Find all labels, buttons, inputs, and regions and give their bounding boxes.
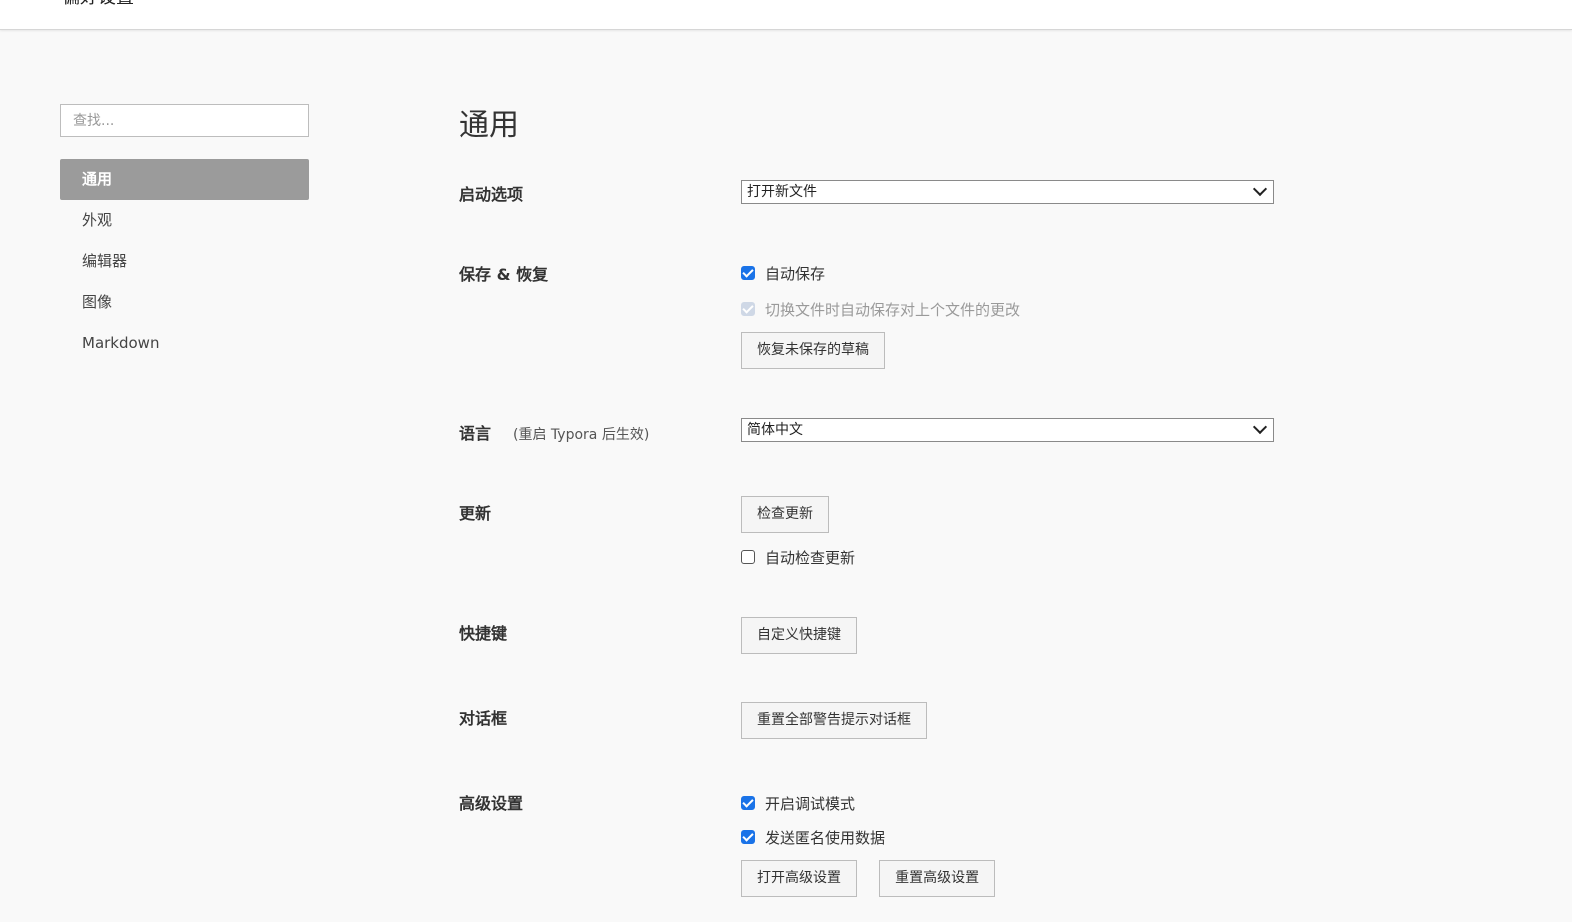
startup-select[interactable]: 打开新文件 xyxy=(741,180,1274,204)
language-label-text: 语言 xyxy=(459,424,492,443)
auto-check-update-checkbox[interactable]: 自动检查更新 xyxy=(741,546,855,568)
debug-mode-checkbox[interactable]: 开启调试模式 xyxy=(741,792,855,814)
save-restore-label: 保存 & 恢复 xyxy=(459,265,549,284)
check-update-button[interactable]: 检查更新 xyxy=(741,496,829,533)
update-label: 更新 xyxy=(459,504,492,523)
checkbox-checked-icon[interactable] xyxy=(741,830,755,844)
startup-label: 启动选项 xyxy=(459,185,524,204)
checkbox-checked-icon[interactable] xyxy=(741,796,755,810)
restore-drafts-button[interactable]: 恢复未保存的草稿 xyxy=(741,332,885,369)
language-select[interactable]: 简体中文 xyxy=(741,418,1274,442)
sidebar-item-appearance[interactable]: 外观 xyxy=(60,200,309,241)
sidebar-nav: 通用 外观 编辑器 图像 Markdown xyxy=(60,159,309,364)
sidebar: 通用 外观 编辑器 图像 Markdown xyxy=(60,104,309,364)
title-bar: 偏好设置 xyxy=(0,0,1572,30)
autosave-checkbox[interactable]: 自动保存 xyxy=(741,262,825,284)
shortcuts-label: 快捷键 xyxy=(459,624,508,643)
open-advanced-button[interactable]: 打开高级设置 xyxy=(741,860,857,897)
checkbox-checked-icon[interactable] xyxy=(741,266,755,280)
autosave-on-switch-label: 切换文件时自动保存对上个文件的更改 xyxy=(765,300,1021,319)
autosave-label: 自动保存 xyxy=(765,264,826,283)
auto-check-update-label: 自动检查更新 xyxy=(765,548,856,567)
window-title: 偏好设置 xyxy=(62,0,134,8)
custom-shortcuts-button[interactable]: 自定义快捷键 xyxy=(741,617,857,654)
startup-select-value: 打开新文件 xyxy=(747,184,817,200)
autosave-on-switch-checkbox: 切换文件时自动保存对上个文件的更改 xyxy=(741,298,1020,320)
send-usage-label: 发送匿名使用数据 xyxy=(765,828,886,847)
sidebar-item-markdown[interactable]: Markdown xyxy=(60,323,309,364)
page-title: 通用 xyxy=(459,108,519,143)
debug-mode-label: 开启调试模式 xyxy=(765,794,856,813)
send-usage-checkbox[interactable]: 发送匿名使用数据 xyxy=(741,826,885,848)
reset-advanced-button[interactable]: 重置高级设置 xyxy=(879,860,996,897)
search-input[interactable] xyxy=(60,104,309,137)
language-label: 语言 (重启 Typora 后生效) xyxy=(459,420,649,444)
sidebar-item-general[interactable]: 通用 xyxy=(60,159,309,200)
sidebar-item-editor[interactable]: 编辑器 xyxy=(60,241,309,282)
language-select-value: 简体中文 xyxy=(747,422,803,438)
reset-dialogs-button[interactable]: 重置全部警告提示对话框 xyxy=(741,702,927,739)
checkbox-disabled-icon xyxy=(741,302,755,316)
chevron-down-icon xyxy=(1252,419,1268,435)
dialogs-label: 对话框 xyxy=(459,709,508,728)
chevron-down-icon xyxy=(1252,181,1268,197)
advanced-label: 高级设置 xyxy=(459,794,524,813)
sidebar-item-image[interactable]: 图像 xyxy=(60,282,309,323)
checkbox-unchecked-icon[interactable] xyxy=(741,550,755,564)
language-note: (重启 Typora 后生效) xyxy=(513,427,650,443)
